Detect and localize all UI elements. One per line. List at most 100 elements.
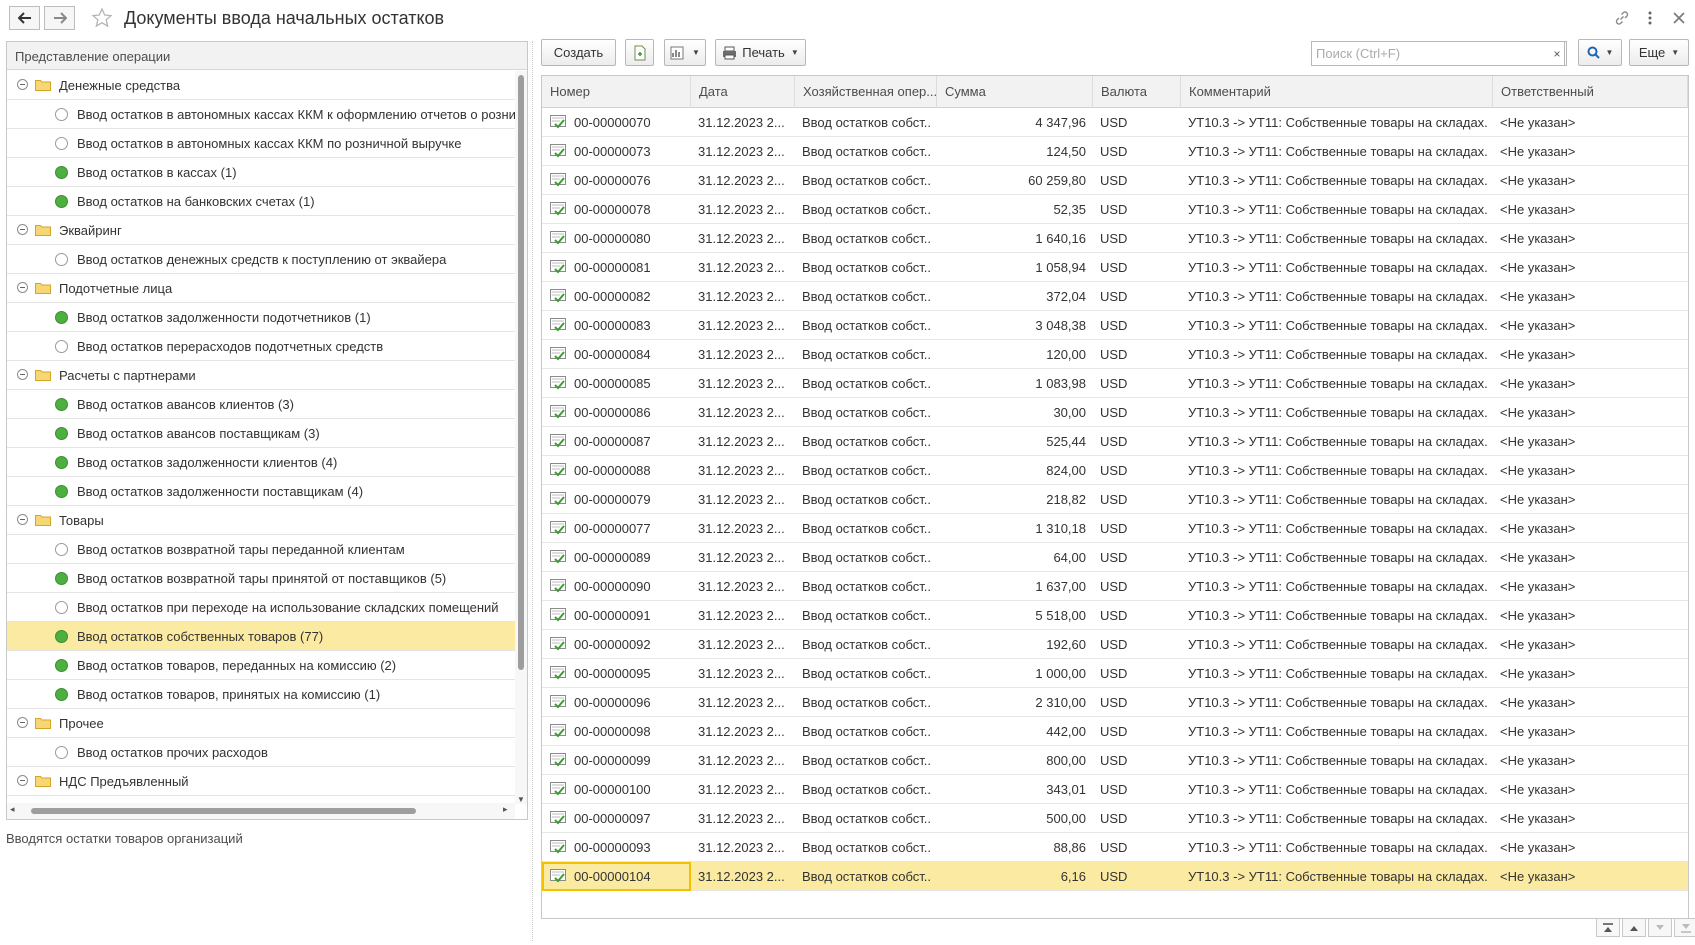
collapse-icon[interactable] xyxy=(17,514,28,525)
last-page-button[interactable] xyxy=(1674,918,1695,937)
tree-item[interactable]: Ввод остатков товаров, принятых на комис… xyxy=(7,680,515,709)
more-button[interactable]: Еще ▼ xyxy=(1629,39,1689,66)
search-button[interactable]: ▼ xyxy=(1578,39,1622,66)
column-header[interactable]: Сумма xyxy=(937,76,1093,108)
tree-horizontal-scrollbar[interactable]: ◂ ▸ xyxy=(7,803,515,819)
table-row[interactable]: 00-00000079 31.12.2023 2... Ввод остатков … xyxy=(542,485,1688,514)
collapse-icon[interactable] xyxy=(17,282,28,293)
table-row[interactable]: 00-00000092 31.12.2023 2... Ввод остатков … xyxy=(542,630,1688,659)
tree-item[interactable]: Ввод остатков задолженности клиентов (4) xyxy=(7,448,515,477)
tree-item[interactable]: Ввод остатков возвратной тары принятой о… xyxy=(7,564,515,593)
column-header[interactable]: Комментарий xyxy=(1181,76,1493,108)
tree-item[interactable]: Ввод остатков товаров, переданных на ком… xyxy=(7,651,515,680)
table-row[interactable]: 00-00000095 31.12.2023 2... Ввод остатков … xyxy=(542,659,1688,688)
forward-button[interactable] xyxy=(44,6,75,30)
cell-op: Ввод остатков собст... xyxy=(802,405,931,420)
table-row[interactable]: 00-00000091 31.12.2023 2... Ввод остатков … xyxy=(542,601,1688,630)
next-page-button[interactable] xyxy=(1648,918,1672,937)
column-header[interactable]: Ответственный xyxy=(1493,76,1688,108)
tree-item[interactable]: Ввод остатков при переходе на использова… xyxy=(7,593,515,622)
search-input[interactable]: Поиск (Ctrl+F) xyxy=(1311,41,1565,66)
link-icon[interactable] xyxy=(1613,9,1631,27)
table-row[interactable]: 00-00000100 31.12.2023 2... Ввод остатков … xyxy=(542,775,1688,804)
arrow-left-icon xyxy=(17,12,31,24)
scroll-thumb[interactable] xyxy=(518,75,524,670)
table-row[interactable]: 00-00000098 31.12.2023 2... Ввод остатков … xyxy=(542,717,1688,746)
scroll-down-icon[interactable]: ▼ xyxy=(517,795,525,804)
collapse-icon[interactable] xyxy=(17,369,28,380)
table-row[interactable]: 00-00000096 31.12.2023 2... Ввод остатков … xyxy=(542,688,1688,717)
tree-group[interactable]: Подотчетные лица xyxy=(7,274,515,303)
table-row[interactable]: 00-00000084 31.12.2023 2... Ввод остатков … xyxy=(542,340,1688,369)
report-menu-button[interactable]: ▼ xyxy=(664,39,706,66)
collapse-icon[interactable] xyxy=(17,717,28,728)
search-clear-button[interactable]: × xyxy=(1548,41,1567,66)
collapse-icon[interactable] xyxy=(17,775,28,786)
scroll-right-icon[interactable]: ▸ xyxy=(503,804,508,815)
print-button[interactable]: Печать ▼ xyxy=(715,39,806,66)
panel-splitter[interactable] xyxy=(532,41,533,941)
table-row[interactable]: 00-00000086 31.12.2023 2... Ввод остатков … xyxy=(542,398,1688,427)
scroll-left-icon[interactable]: ◂ xyxy=(10,804,15,815)
tree-vertical-scrollbar[interactable]: ▼ xyxy=(515,71,527,804)
collapse-icon[interactable] xyxy=(17,79,28,90)
table-row[interactable]: 00-00000099 31.12.2023 2... Ввод остатков … xyxy=(542,746,1688,775)
table-row[interactable]: 00-00000083 31.12.2023 2... Ввод остатков … xyxy=(542,311,1688,340)
table-row[interactable]: 00-00000088 31.12.2023 2... Ввод остатков … xyxy=(542,456,1688,485)
table-row-selected[interactable]: 00-00000104 31.12.2023 2... Ввод остатков … xyxy=(542,862,1688,891)
table-row[interactable]: 00-00000078 31.12.2023 2... Ввод остатков … xyxy=(542,195,1688,224)
cell-number: 00-00000083 xyxy=(574,318,651,333)
create-based-on-button[interactable] xyxy=(625,39,654,66)
tree-group[interactable]: Прочее xyxy=(7,709,515,738)
cell-comment: УТ10.3 -> УТ11: Собственные товары на ск… xyxy=(1188,463,1487,478)
back-button[interactable] xyxy=(9,6,40,30)
tree-item[interactable]: Ввод остатков перерасходов подотчетных с… xyxy=(7,332,515,361)
previous-page-button[interactable] xyxy=(1622,918,1646,937)
collapse-icon[interactable] xyxy=(17,224,28,235)
tree-item[interactable]: Ввод остатков возвратной тары переданной… xyxy=(7,535,515,564)
star-icon[interactable] xyxy=(91,7,113,29)
tree-item[interactable]: Ввод остатков прочих расходов xyxy=(7,738,515,767)
tree-group[interactable]: Денежные средства xyxy=(7,71,515,100)
tree-item[interactable]: Ввод остатков на банковских счетах (1) xyxy=(7,187,515,216)
table-row[interactable]: 00-00000081 31.12.2023 2... Ввод остатков … xyxy=(542,253,1688,282)
tree-item[interactable]: Ввод остатков авансов клиентов (3) xyxy=(7,390,515,419)
first-page-button[interactable] xyxy=(1596,918,1620,937)
column-header[interactable]: Номер xyxy=(542,76,691,108)
tree-group[interactable]: Эквайринг xyxy=(7,216,515,245)
tree-item[interactable]: Ввод остатков задолженности подотчетнико… xyxy=(7,303,515,332)
table-row[interactable]: 00-00000085 31.12.2023 2... Ввод остатков … xyxy=(542,369,1688,398)
column-header[interactable]: Хозяйственная опер... xyxy=(795,76,937,108)
tree-item[interactable]: Ввод остатков в кассах (1) xyxy=(7,158,515,187)
scroll-thumb[interactable] xyxy=(31,808,416,814)
table-row[interactable]: 00-00000087 31.12.2023 2... Ввод остатков … xyxy=(542,427,1688,456)
table-row[interactable]: 00-00000090 31.12.2023 2... Ввод остатков … xyxy=(542,572,1688,601)
create-button[interactable]: Создать xyxy=(541,39,616,66)
table-row[interactable]: 00-00000076 31.12.2023 2... Ввод остатков … xyxy=(542,166,1688,195)
tree-item[interactable]: Ввод остатков в автономных кассах ККМ по… xyxy=(7,129,515,158)
column-header[interactable]: Валюта xyxy=(1093,76,1181,108)
column-header[interactable]: Дата xyxy=(691,76,795,108)
table-row[interactable]: 00-00000089 31.12.2023 2... Ввод остатков … xyxy=(542,543,1688,572)
cell-op: Ввод остатков собст... xyxy=(802,492,931,507)
tree-item[interactable]: Ввод остатков авансов поставщикам (3) xyxy=(7,419,515,448)
table-row[interactable]: 00-00000080 31.12.2023 2... Ввод остатков … xyxy=(542,224,1688,253)
tree-group[interactable]: НДС Предъявленный xyxy=(7,767,515,796)
table-row[interactable]: 00-00000070 31.12.2023 2... Ввод остатков … xyxy=(542,108,1688,137)
cell-currency: USD xyxy=(1100,202,1128,217)
table-row[interactable]: 00-00000077 31.12.2023 2... Ввод остатков … xyxy=(542,514,1688,543)
tree-item[interactable]: Ввод остатков задолженности поставщикам … xyxy=(7,477,515,506)
tree-item[interactable]: Ввод остатков в автономных кассах ККМ к … xyxy=(7,100,515,129)
table-row[interactable]: 00-00000073 31.12.2023 2... Ввод остатков … xyxy=(542,137,1688,166)
tree-item[interactable]: Ввод остатков денежных средств к поступл… xyxy=(7,245,515,274)
folder-icon xyxy=(35,718,51,729)
table-row[interactable]: 00-00000082 31.12.2023 2... Ввод остатков … xyxy=(542,282,1688,311)
tree-group[interactable]: Расчеты с партнерами xyxy=(7,361,515,390)
close-icon[interactable] xyxy=(1670,9,1688,27)
tree-group[interactable]: Товары xyxy=(7,506,515,535)
cell-currency: USD xyxy=(1100,289,1128,304)
tree-item-selected[interactable]: Ввод остатков собственных товаров (77) xyxy=(7,622,515,651)
more-vertical-icon[interactable] xyxy=(1641,9,1659,27)
table-row[interactable]: 00-00000093 31.12.2023 2... Ввод остатков … xyxy=(542,833,1688,862)
table-row[interactable]: 00-00000097 31.12.2023 2... Ввод остатков … xyxy=(542,804,1688,833)
